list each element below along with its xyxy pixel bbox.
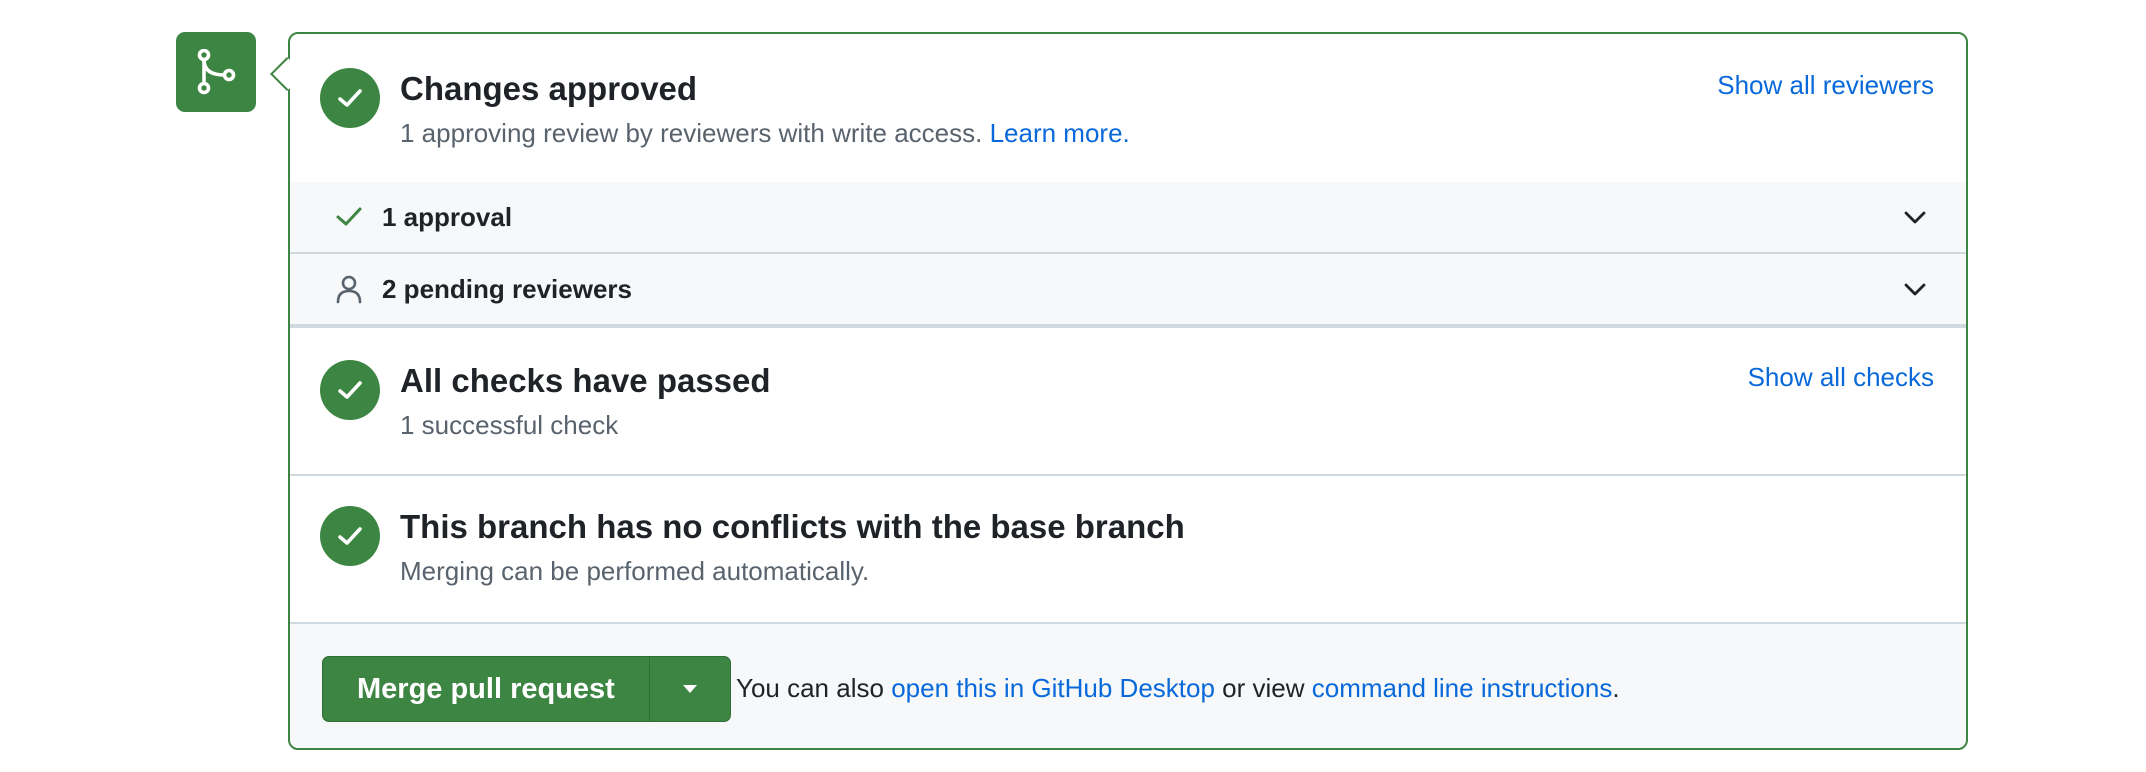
pending-reviewers-row[interactable]: 2 pending reviewers (290, 254, 1966, 324)
check-circle-icon (320, 68, 380, 128)
conflicts-title: This branch has no conflicts with the ba… (400, 508, 1185, 545)
person-icon (336, 275, 362, 304)
triangle-down-icon (682, 685, 697, 693)
checks-section: All checks have passed 1 successful chec… (290, 328, 1966, 474)
merge-alternatives-text: You can also open this in GitHub Desktop… (736, 673, 1620, 704)
merge-method-dropdown[interactable] (648, 657, 730, 721)
review-title: Changes approved (400, 70, 698, 107)
merge-status-box: Changes approved 1 approving review by r… (270, 32, 1968, 750)
check-circle-icon (320, 360, 380, 420)
command-line-instructions-link[interactable]: command line instructions (1312, 673, 1613, 703)
pending-reviewers-label: 2 pending reviewers (382, 274, 632, 304)
merge-button-group: Merge pull request (322, 656, 731, 722)
alt-suffix: . (1612, 673, 1620, 703)
show-all-checks-link[interactable]: Show all checks (1748, 362, 1934, 393)
alt-prefix: You can also (736, 673, 884, 703)
chevron-down-icon[interactable] (1902, 204, 1928, 230)
review-status-section: Changes approved 1 approving review by r… (290, 34, 1966, 182)
show-all-reviewers-link[interactable]: Show all reviewers (1717, 70, 1934, 101)
review-subtitle-text: 1 approving review by reviewers with wri… (400, 118, 983, 148)
approvals-row[interactable]: 1 approval (290, 182, 1966, 252)
check-icon (336, 207, 362, 226)
learn-more-link[interactable]: Learn more. (990, 118, 1130, 148)
conflicts-section: This branch has no conflicts with the ba… (290, 476, 1966, 622)
alt-middle: or view (1222, 673, 1305, 703)
git-merge-icon (176, 32, 256, 112)
review-subtitle: 1 approving review by reviewers with wri… (400, 118, 1130, 149)
check-circle-icon (320, 506, 380, 566)
chevron-down-icon[interactable] (1902, 276, 1928, 302)
conflicts-subtitle: Merging can be performed automatically. (400, 556, 870, 586)
approvals-label: 1 approval (382, 202, 513, 232)
merge-footer: Merge pull request You can also open thi… (290, 624, 1966, 748)
github-desktop-link[interactable]: open this in GitHub Desktop (891, 673, 1215, 703)
checks-title: All checks have passed (400, 362, 771, 399)
checks-subtitle: 1 successful check (400, 410, 619, 440)
merge-pull-request-button[interactable]: Merge pull request (323, 657, 649, 721)
